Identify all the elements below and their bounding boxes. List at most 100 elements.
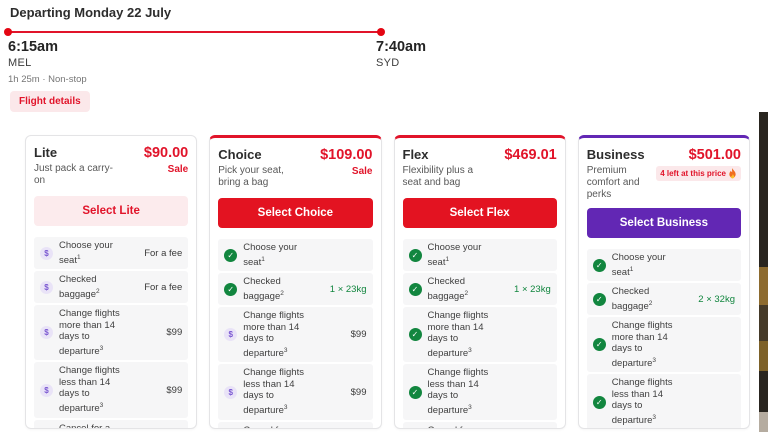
- check-icon: ✓: [409, 386, 422, 399]
- fare-feature-row: ✓ Choose your seat1: [403, 239, 557, 271]
- flight-details-button[interactable]: Flight details: [10, 91, 90, 112]
- fare-card-header: Choice Pick your seat, bring a bag $109.…: [218, 147, 372, 191]
- background-page-strip: [759, 112, 768, 432]
- fare-tagline: Pick your seat, bring a bag: [218, 165, 303, 189]
- fare-feature-row: ✓ Checked baggage2 1 × 23kg: [218, 273, 372, 305]
- arrival-dot-icon: [377, 28, 385, 36]
- arrival-airport: SYD: [376, 57, 400, 69]
- fare-feature-row: $ Choose your seat1 For a fee: [34, 237, 188, 269]
- duration-stops: 1h 25m · Non-stop: [8, 74, 87, 85]
- fare-card-choice: Choice Pick your seat, bring a bag $109.…: [209, 135, 381, 429]
- check-icon: ✓: [409, 328, 422, 341]
- flame-icon: [728, 168, 737, 179]
- fare-feature-list: ✓ Choose your seat1 ✓ Checked baggage2 2…: [587, 249, 741, 429]
- feature-label: Change flights less than 14 days to depa…: [612, 377, 685, 426]
- fare-cards: Lite Just pack a carry-on $90.00 Sale Se…: [25, 135, 750, 429]
- feature-label: Cancel for a travel credit3: [428, 425, 501, 429]
- fare-card-lite: Lite Just pack a carry-on $90.00 Sale Se…: [25, 135, 197, 429]
- fare-feature-row: ✓ Change flights more than 14 days to de…: [403, 307, 557, 362]
- fare-feature-row: ✓ Choose your seat1: [587, 249, 741, 281]
- check-icon: ✓: [409, 283, 422, 296]
- feature-label: Choose your seat1: [428, 242, 501, 268]
- fare-price: $90.00: [144, 145, 188, 161]
- select-lite-button[interactable]: Select Lite: [34, 196, 188, 226]
- feature-value: $99: [317, 329, 367, 340]
- feature-label: Choose your seat1: [612, 252, 685, 278]
- feature-label: Change flights less than 14 days to depa…: [59, 365, 132, 414]
- feature-label: Cancel for a travel credit3: [243, 425, 316, 429]
- departure-airport: MEL: [8, 57, 32, 69]
- feature-value: $99: [132, 327, 182, 338]
- feature-label: Checked baggage2: [59, 274, 132, 300]
- dollar-icon: $: [40, 326, 53, 339]
- fare-feature-row: $ Cancel for a travel credit3 $99: [218, 422, 372, 429]
- arrival-time: 7:40am: [376, 39, 426, 55]
- fare-feature-list: ✓ Choose your seat1 ✓ Checked baggage2 1…: [403, 239, 557, 429]
- feature-label: Change flights less than 14 days to depa…: [243, 367, 316, 416]
- feature-value: For a fee: [132, 248, 182, 259]
- fare-card-header: Flex Flexibility plus a seat and bag $46…: [403, 147, 557, 191]
- dollar-icon: $: [40, 281, 53, 294]
- flight-timeline: [8, 31, 381, 33]
- feature-value: 2 × 32kg: [685, 294, 735, 305]
- fare-feature-row: ✕ Cancel for a travel credit3 No: [34, 420, 188, 429]
- fare-feature-row: $ Change flights more than 14 days to de…: [218, 307, 372, 362]
- select-flex-button[interactable]: Select Flex: [403, 198, 557, 228]
- fare-feature-list: ✓ Choose your seat1 ✓ Checked baggage2 1…: [218, 239, 372, 429]
- fare-badge: Sale: [168, 164, 189, 175]
- fare-feature-row: $ Change flights less than 14 days to de…: [218, 364, 372, 419]
- departure-dot-icon: [4, 28, 12, 36]
- fare-badge: Sale: [352, 166, 373, 177]
- fare-badge: 4 left at this price: [656, 166, 741, 181]
- fare-card-flex: Flex Flexibility plus a seat and bag $46…: [394, 135, 566, 429]
- fare-name: Business: [587, 147, 656, 162]
- fare-feature-row: ✓ Checked baggage2 1 × 23kg: [403, 273, 557, 305]
- fare-feature-row: $ Change flights less than 14 days to de…: [34, 362, 188, 417]
- fare-price: $109.00: [320, 147, 372, 163]
- feature-value: 1 × 23kg: [317, 284, 367, 295]
- dollar-icon: $: [40, 247, 53, 260]
- fare-feature-row: $ Change flights more than 14 days to de…: [34, 305, 188, 360]
- fare-badge-label: Sale: [168, 164, 189, 175]
- dollar-icon: $: [40, 384, 53, 397]
- fare-name: Flex: [403, 147, 488, 162]
- check-icon: ✓: [593, 396, 606, 409]
- feature-label: Change flights less than 14 days to depa…: [428, 367, 501, 416]
- feature-label: Checked baggage2: [243, 276, 316, 302]
- dollar-icon: $: [224, 386, 237, 399]
- fare-card-business: Business Premium comfort and perks $501.…: [578, 135, 750, 429]
- fare-price: $501.00: [689, 147, 741, 163]
- check-icon: ✓: [224, 249, 237, 262]
- departure-time: 6:15am: [8, 39, 58, 55]
- check-icon: ✓: [593, 293, 606, 306]
- fare-card-header: Business Premium comfort and perks $501.…: [587, 147, 741, 201]
- fare-tagline: Flexibility plus a seat and bag: [403, 165, 488, 189]
- feature-value: For a fee: [132, 282, 182, 293]
- fare-feature-row: ✓ Change flights less than 14 days to de…: [587, 374, 741, 429]
- feature-label: Checked baggage2: [612, 286, 685, 312]
- select-business-button[interactable]: Select Business: [587, 208, 741, 238]
- feature-label: Choose your seat1: [243, 242, 316, 268]
- fare-badge-label: 4 left at this price: [660, 169, 726, 178]
- fare-feature-row: ✓ Choose your seat1: [218, 239, 372, 271]
- check-icon: ✓: [593, 338, 606, 351]
- feature-label: Cancel for a travel credit3: [59, 423, 132, 429]
- check-icon: ✓: [409, 249, 422, 262]
- fare-tagline: Just pack a carry-on: [34, 163, 119, 187]
- fare-feature-row: ✓ Checked baggage2 2 × 32kg: [587, 283, 741, 315]
- feature-value: 1 × 23kg: [501, 284, 551, 295]
- feature-label: Checked baggage2: [428, 276, 501, 302]
- select-choice-button[interactable]: Select Choice: [218, 198, 372, 228]
- fare-card-header: Lite Just pack a carry-on $90.00 Sale: [34, 145, 188, 189]
- feature-label: Change flights more than 14 days to depa…: [428, 310, 501, 359]
- fare-feature-list: $ Choose your seat1 For a fee $ Checked …: [34, 237, 188, 429]
- feature-label: Change flights more than 14 days to depa…: [243, 310, 316, 359]
- fare-selection-panel: Departing Monday 22 July 6:15am MEL 7:40…: [0, 0, 768, 432]
- feature-label: Change flights more than 14 days to depa…: [59, 308, 132, 357]
- fare-feature-row: $ Checked baggage2 For a fee: [34, 271, 188, 303]
- departing-date-title: Departing Monday 22 July: [10, 5, 171, 20]
- fare-name: Choice: [218, 147, 303, 162]
- fare-feature-row: ✓ Cancel for a travel credit3: [403, 422, 557, 429]
- dollar-icon: $: [224, 328, 237, 341]
- check-icon: ✓: [593, 259, 606, 272]
